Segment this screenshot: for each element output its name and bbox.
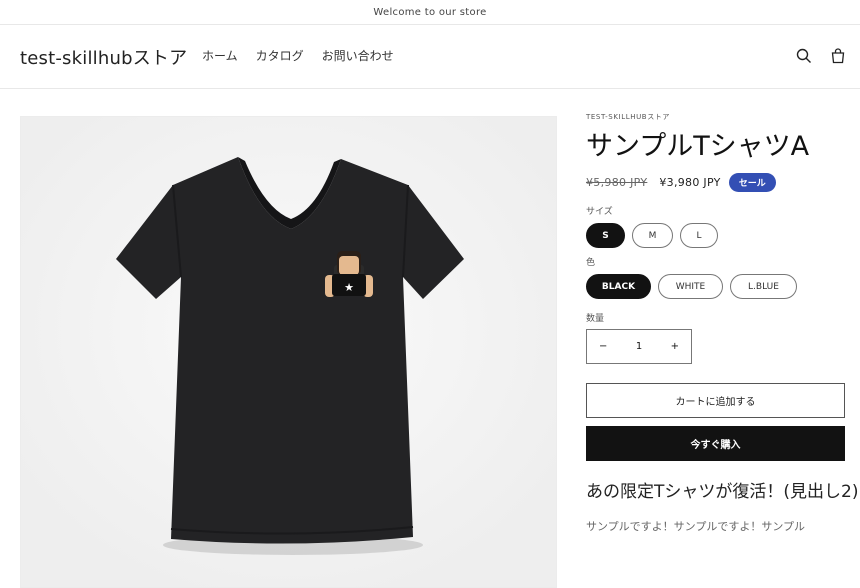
add-to-cart-button[interactable]: カートに追加する [586, 383, 845, 418]
color-label: 色 [586, 258, 596, 268]
product-title: サンプルTシャツA [586, 131, 810, 162]
color-option-white[interactable]: WHITE [658, 274, 723, 299]
compare-price: ¥5,980 JPY [586, 176, 648, 189]
quantity-label: 数量 [586, 314, 605, 324]
color-option-lblue[interactable]: L.BLUE [730, 274, 797, 299]
search-icon[interactable] [795, 47, 813, 65]
size-option-l[interactable]: L [680, 223, 718, 248]
svg-text:★: ★ [344, 281, 354, 294]
size-option-s[interactable]: S [586, 223, 625, 248]
description-text: サンプルですよ！サンプルですよ！サンプル [586, 520, 806, 533]
size-label: サイズ [586, 207, 613, 217]
color-options: BLACK WHITE L.BLUE [586, 274, 860, 299]
product-image[interactable]: ★ [20, 116, 557, 588]
description-heading: あの限定Tシャツが復活！(見出し2) [586, 482, 859, 502]
sale-badge: セール [728, 173, 776, 192]
tshirt-image: ★ [21, 117, 556, 587]
nav-item-home[interactable]: ホーム [202, 47, 238, 64]
quantity-stepper: − 1 + [586, 329, 692, 364]
announcement-bar: Welcome to our store [0, 0, 860, 25]
announcement-text: Welcome to our store [373, 6, 487, 18]
quantity-decrease-button[interactable]: − [599, 341, 607, 352]
quantity-increase-button[interactable]: + [671, 341, 679, 352]
size-options: S M L [586, 223, 860, 248]
cart-icon[interactable] [829, 47, 847, 65]
quantity-input[interactable]: 1 [636, 341, 642, 352]
buy-now-button[interactable]: 今すぐ購入 [586, 426, 845, 461]
price-row: ¥5,980 JPY ¥3,980 JPY セール [586, 173, 860, 192]
color-option-black[interactable]: BLACK [586, 274, 651, 299]
sale-price: ¥3,980 JPY [659, 176, 721, 189]
size-option-m[interactable]: M [632, 223, 673, 248]
product-vendor: TEST-SKILLHUBストア [586, 113, 670, 121]
store-logo[interactable]: test-skillhubストア [20, 44, 187, 70]
product-info: TEST-SKILLHUBストア サンプルTシャツA ¥5,980 JPY ¥3… [586, 112, 860, 534]
site-header: test-skillhubストア ホーム カタログ お問い合わせ [0, 25, 860, 89]
nav-item-catalog[interactable]: カタログ [256, 47, 304, 64]
main-nav: ホーム カタログ お問い合わせ [202, 47, 394, 64]
nav-item-contact[interactable]: お問い合わせ [322, 47, 394, 64]
